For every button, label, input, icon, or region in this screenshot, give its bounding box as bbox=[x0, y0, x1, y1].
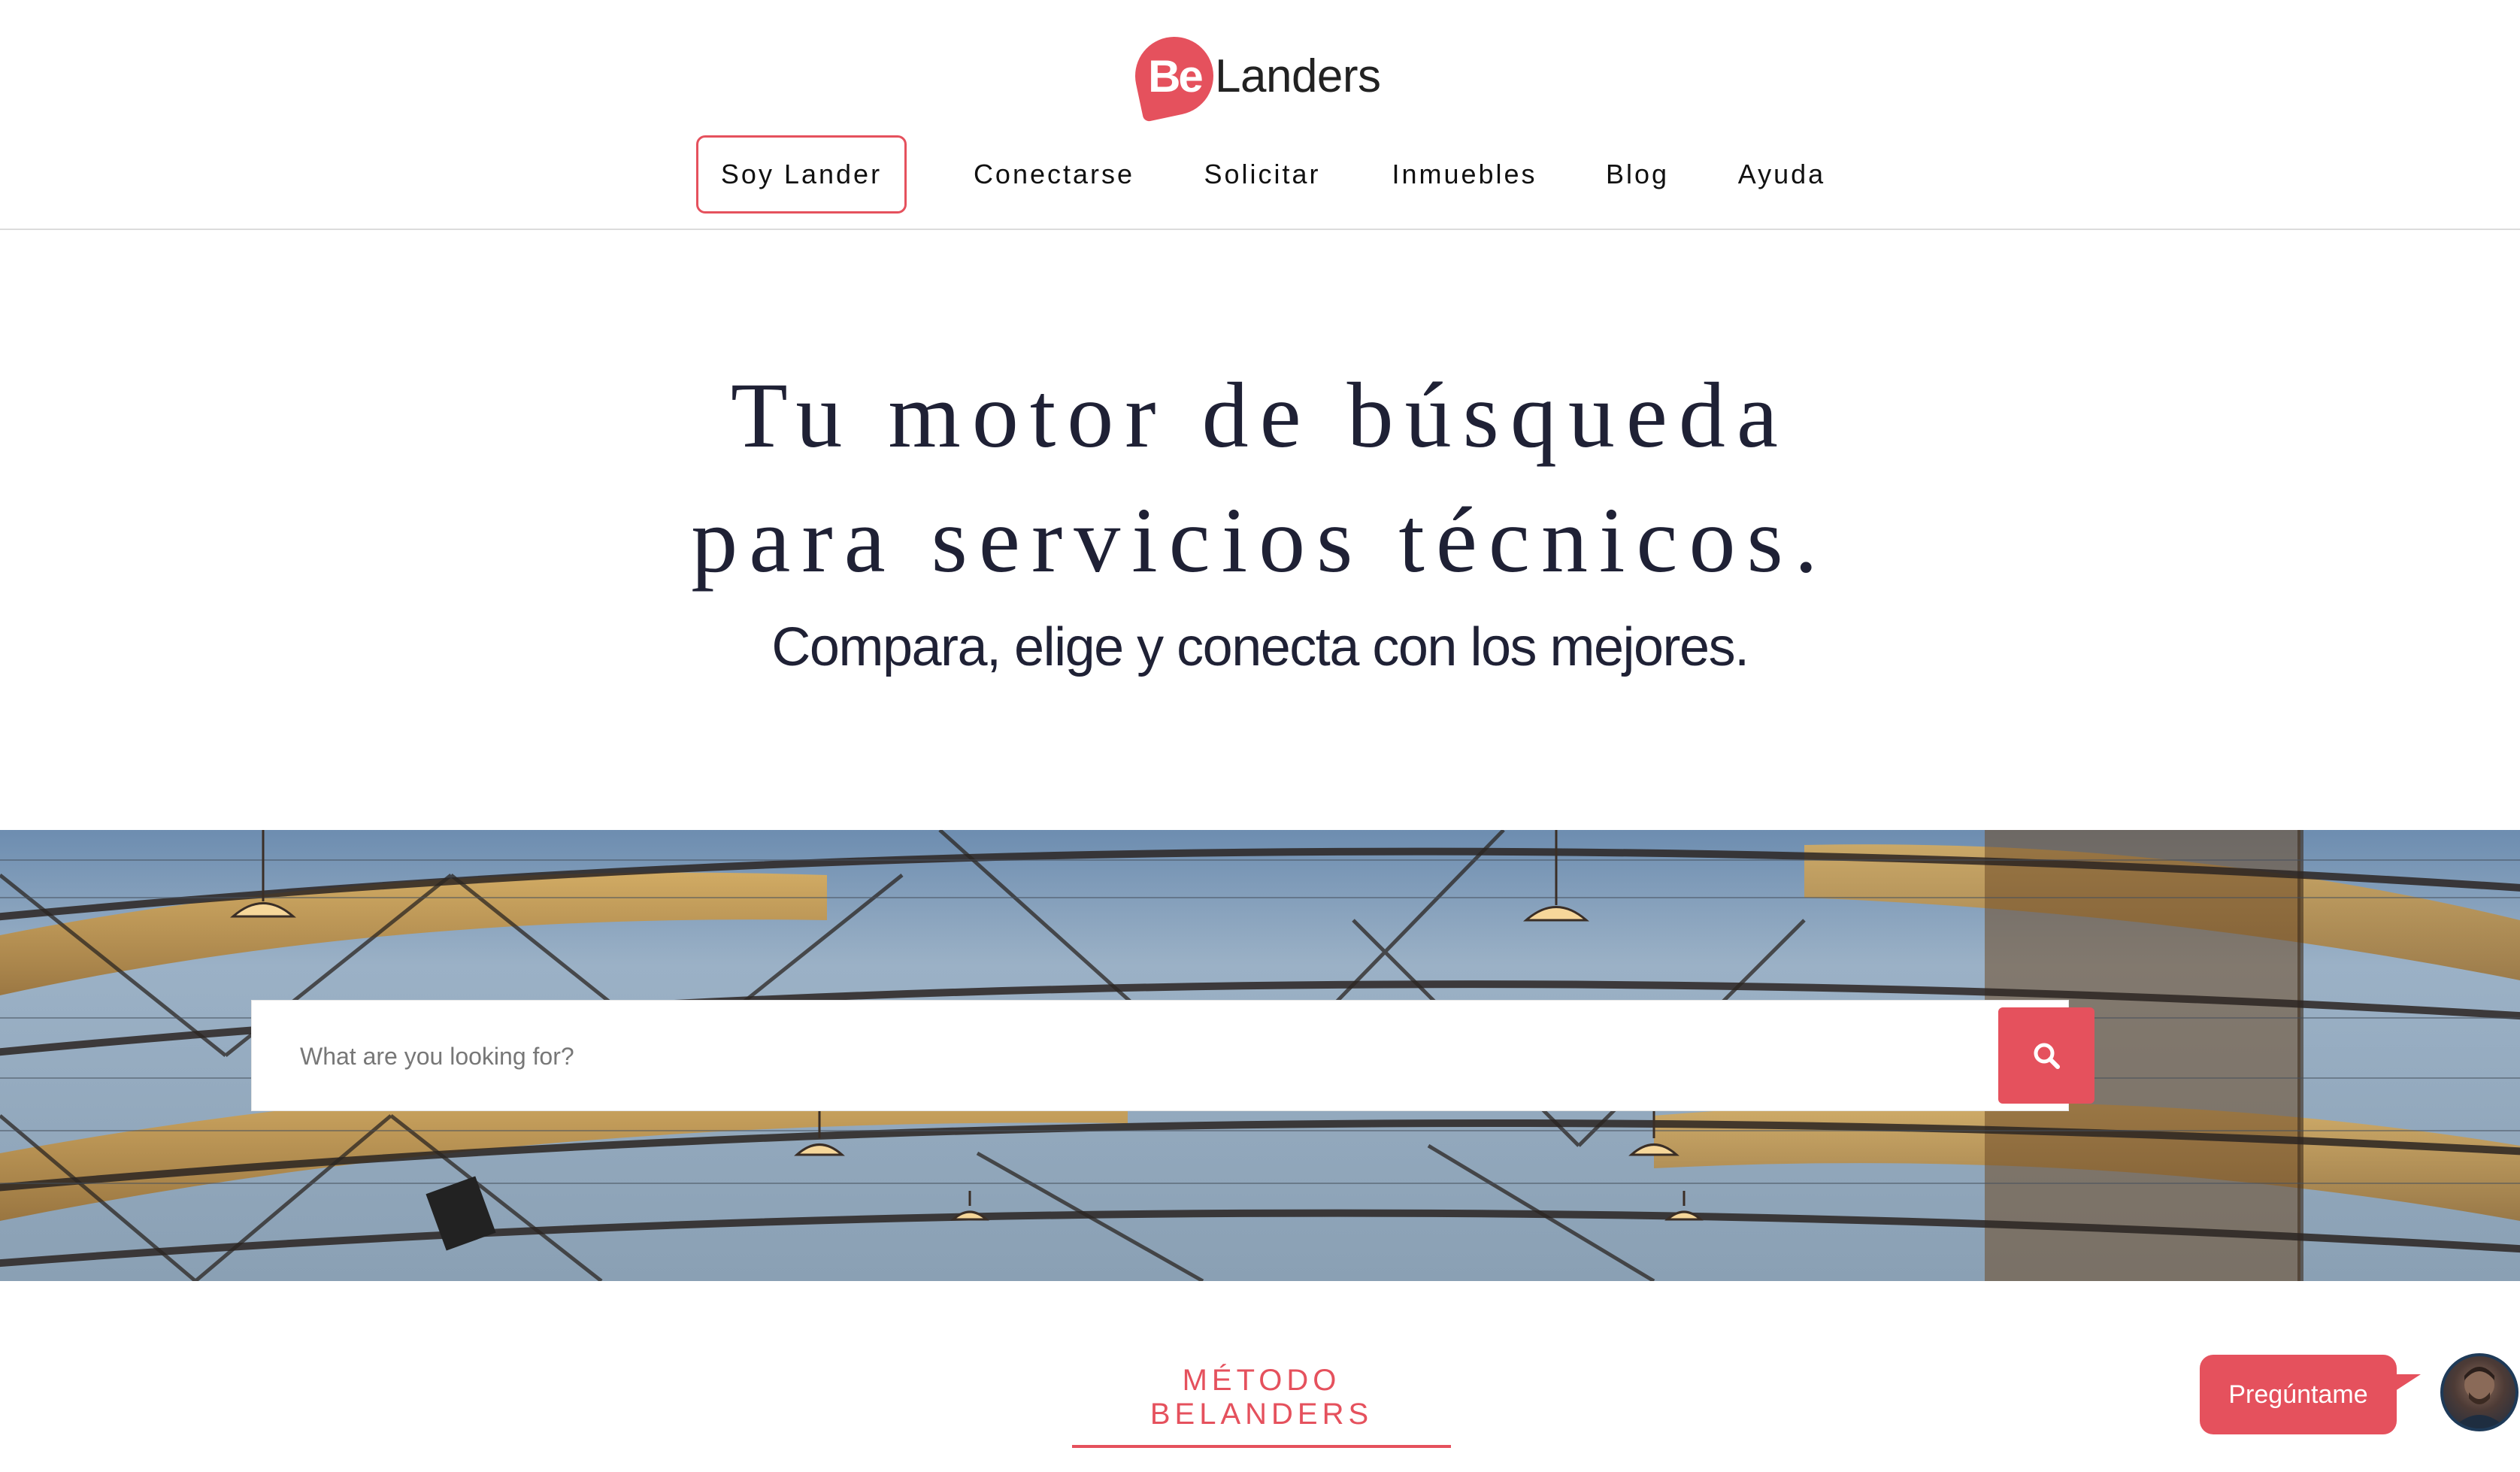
nav-solicitar[interactable]: Solicitar bbox=[1192, 135, 1332, 214]
hero-subtitle: Compara, elige y conecta con los mejores… bbox=[771, 617, 1749, 677]
hero-title-line-1: Tu motor de búsqueda bbox=[731, 364, 1789, 467]
user-avatar-icon bbox=[2452, 1367, 2506, 1428]
chat-ask-button[interactable]: Pregúntame bbox=[2200, 1355, 2397, 1434]
search-icon bbox=[2034, 1043, 2060, 1069]
site-header: Be Landers Soy Lander Conectarse Solicit… bbox=[0, 0, 2520, 230]
belanders-logo[interactable]: Be Landers bbox=[1128, 29, 1381, 123]
hero-title-line-2: para servicios técnicos. bbox=[691, 489, 1829, 592]
chat-avatar[interactable] bbox=[2440, 1353, 2518, 1431]
logo-wordmark: Landers bbox=[1215, 50, 1381, 102]
logo-badge-text: Be bbox=[1147, 50, 1201, 101]
nav-blog[interactable]: Blog bbox=[1598, 135, 1676, 214]
search-button[interactable] bbox=[1998, 1007, 2094, 1104]
main-nav: Soy Lander Conectarse Solicitar Inmueble… bbox=[0, 135, 2520, 214]
nav-ayuda[interactable]: Ayuda bbox=[1729, 135, 1834, 214]
chat-bubble-tail bbox=[2391, 1374, 2421, 1394]
nav-soy-lander[interactable]: Soy Lander bbox=[696, 135, 907, 214]
hero-title: Tu motor de búsqueda para servicios técn… bbox=[0, 353, 2520, 603]
search-input[interactable] bbox=[252, 1001, 1996, 1112]
nav-inmuebles[interactable]: Inmuebles bbox=[1382, 135, 1547, 214]
nav-conectarse[interactable]: Conectarse bbox=[962, 135, 1146, 214]
method-section-heading: MÉTODO BELANDERS bbox=[1072, 1364, 1451, 1448]
logo-badge: Be bbox=[1128, 29, 1221, 123]
search-bar bbox=[251, 1000, 2069, 1112]
